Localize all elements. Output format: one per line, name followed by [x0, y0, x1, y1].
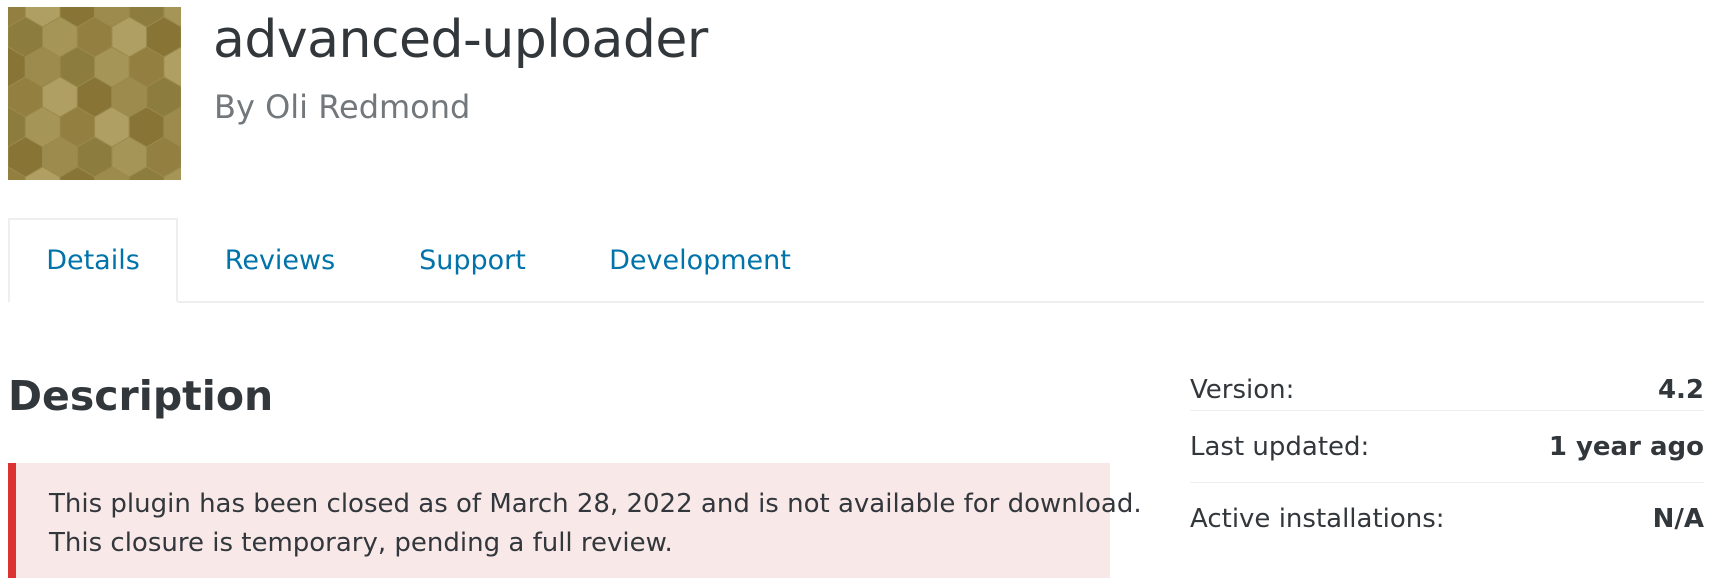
- tab-development[interactable]: Development: [605, 218, 795, 303]
- tab-support[interactable]: Support: [400, 218, 545, 303]
- meta-value: 1 year ago: [1548, 431, 1704, 462]
- notice-line-2: This closure is temporary, pending a ful…: [49, 528, 673, 558]
- plugin-meta: Version: 4.2 Last updated: 1 year ago Ac…: [1190, 370, 1704, 554]
- meta-label: Active installations:: [1190, 503, 1445, 534]
- meta-value: N/A: [1652, 503, 1704, 534]
- meta-row-active-installations: Active installations: N/A: [1190, 482, 1704, 554]
- meta-label: Version:: [1190, 375, 1295, 405]
- notice-line-1: This plugin has been closed as of March …: [49, 489, 1142, 519]
- tab-details[interactable]: Details: [8, 218, 178, 303]
- section-title: Description: [8, 372, 274, 420]
- plugin-author: By Oli Redmond: [214, 88, 471, 126]
- plugin-icon: [8, 7, 181, 180]
- meta-row-version: Version: 4.2: [1190, 340, 1704, 410]
- tab-reviews[interactable]: Reviews: [210, 218, 350, 303]
- hexagon-pattern-icon: [8, 7, 181, 180]
- meta-row-last-updated: Last updated: 1 year ago: [1190, 410, 1704, 482]
- tabs-divider: [8, 301, 1704, 303]
- meta-label: Last updated:: [1190, 431, 1370, 462]
- meta-value: 4.2: [1657, 375, 1704, 405]
- closed-notice: This plugin has been closed as of March …: [8, 463, 1142, 578]
- plugin-title: advanced-uploader: [213, 10, 708, 70]
